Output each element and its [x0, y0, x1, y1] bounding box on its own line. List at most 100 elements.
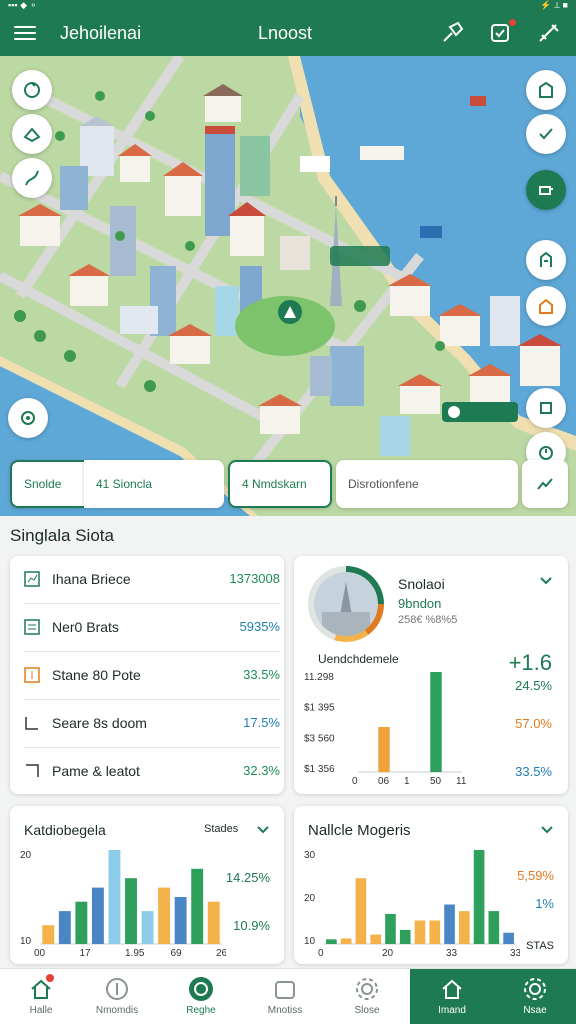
- nav-item-reghe[interactable]: Reghe: [160, 969, 242, 1024]
- bar: [473, 850, 485, 944]
- nav-item-nmomdis[interactable]: Nmomdis: [76, 969, 158, 1024]
- menu-icon[interactable]: [14, 22, 36, 44]
- map-control-house-icon[interactable]: [526, 286, 566, 326]
- status-right: ⚡ ⟂ ■: [540, 0, 568, 10]
- bar: [141, 911, 154, 944]
- bar: [458, 911, 470, 944]
- nallcle-card: Nallcle Mogeris 30 20 10 0 20 33 33 5,59% 1% S…: [294, 806, 568, 964]
- chart-title: Uendchdemele: [318, 652, 399, 666]
- app-title: Jehoilenai: [60, 23, 142, 43]
- map-control-refresh-icon[interactable]: [12, 70, 52, 110]
- y-tick-label: 10: [20, 936, 32, 947]
- y-tick-label: 10: [304, 936, 316, 947]
- nav-item-slose[interactable]: Slose: [326, 969, 408, 1024]
- bar: [326, 939, 337, 944]
- globe-icon: [189, 977, 213, 1001]
- home-icon: [442, 979, 462, 999]
- nav-label: Halle: [29, 1005, 53, 1016]
- bar: [414, 920, 426, 944]
- stat-value: 32.3%: [243, 763, 280, 778]
- y-tick-label: $1 395: [304, 703, 335, 714]
- x-tick-label: 1: [404, 776, 410, 786]
- stat-label: Seare 8s doom: [52, 715, 147, 731]
- nav-item-imand[interactable]: Imand: [410, 969, 494, 1024]
- tools-icon[interactable]: [536, 21, 562, 45]
- bracket-icon: [24, 667, 40, 683]
- location-card[interactable]: Snolaoi 9bndon 258€ %8%5 Uendchdemele 11…: [294, 556, 568, 794]
- city-map-illustration: [0, 56, 576, 516]
- x-tick-label: 26.500: [216, 948, 226, 958]
- x-tick-label: 00: [34, 948, 46, 958]
- tab-disrotionfene[interactable]: Disrotionfene: [336, 460, 518, 508]
- bar: [191, 868, 204, 944]
- pin-icon[interactable]: [440, 21, 466, 45]
- chart-side-value: STAS: [526, 940, 554, 952]
- map-control-active-icon[interactable]: [526, 170, 566, 210]
- progress-ring: [308, 566, 384, 642]
- stat-row[interactable]: Ihana Briece 1373008: [24, 556, 280, 604]
- map-control-shield-icon[interactable]: [526, 388, 566, 428]
- map-control-building-icon[interactable]: [526, 70, 566, 110]
- city-map[interactable]: [0, 56, 576, 516]
- bar: [108, 850, 121, 944]
- corner2-icon: [26, 764, 39, 777]
- tab-sioncla[interactable]: 41 Sioncla: [84, 460, 224, 508]
- chevron-down-icon[interactable]: [540, 822, 554, 836]
- bar: [75, 901, 88, 944]
- x-tick-label: 1.95: [125, 948, 145, 958]
- status-bar: ▪▪▪ ◆ ⚬ ⚡ ⟂ ■: [0, 0, 576, 10]
- nav-item-mnotiss[interactable]: Mnotiss: [244, 969, 326, 1024]
- chart-icon: [24, 571, 40, 587]
- nav-label: Nmomdis: [95, 1005, 139, 1016]
- stat-value: 5935%: [239, 619, 280, 634]
- bar: [158, 887, 171, 944]
- stat-row[interactable]: Seare 8s doom 17.5%: [24, 700, 280, 748]
- stat-value: 1373008: [229, 571, 280, 586]
- map-control-tower-icon[interactable]: [526, 240, 566, 280]
- x-tick-label: 50: [430, 776, 442, 786]
- bar: [91, 887, 104, 944]
- bar: [429, 920, 441, 944]
- stat-label: Pame & leatot: [52, 763, 140, 779]
- bar: [370, 934, 382, 944]
- stat-label: Stane 80 Pote: [52, 667, 141, 683]
- map-control-layers-icon[interactable]: [12, 114, 52, 154]
- nav-label: Nsae: [523, 1005, 547, 1016]
- map-control-locate-icon[interactable]: [8, 398, 48, 438]
- big-value: +1.6: [508, 650, 552, 675]
- box-icon: [275, 981, 295, 999]
- nav-item-halle[interactable]: Halle: [0, 969, 82, 1024]
- x-tick-label: 0: [352, 776, 358, 786]
- list-icon: [24, 619, 40, 635]
- y-tick-label: $1 356: [304, 764, 335, 775]
- stat-row[interactable]: Stane 80 Pote 33.5%: [24, 652, 280, 700]
- nav-label: Slose: [354, 1005, 380, 1016]
- bar: [340, 938, 352, 944]
- tab-snolde[interactable]: Snolde: [10, 460, 84, 508]
- settings-icon: [356, 978, 378, 1000]
- location-thumbnail: [314, 572, 378, 636]
- tab-nmdskarn[interactable]: 4 Nmdskarn: [228, 460, 332, 508]
- nallcle-bar-chart: 30 20 100 20 33 33: [304, 850, 520, 958]
- tab-label: Disrotionfene: [348, 477, 419, 491]
- bar: [125, 878, 137, 944]
- chart-title: Katdiobegela: [24, 822, 106, 838]
- map-control-route-icon[interactable]: [12, 158, 52, 198]
- location-bar-chart: 11.298 $1 395 $3 560 $1 356 0 06 1 50 11: [304, 672, 467, 786]
- chevron-down-icon[interactable]: [538, 572, 554, 588]
- nav-item-nsae[interactable]: Nsae: [494, 969, 576, 1024]
- nav-label: Reghe: [186, 1005, 216, 1016]
- stat-row[interactable]: Ner0 Brats 5935%: [24, 604, 280, 652]
- notifications-icon[interactable]: [488, 19, 516, 45]
- chart-dropdown[interactable]: Stades: [204, 823, 238, 835]
- stat-row[interactable]: Pame & leatot 32.3%: [24, 748, 280, 796]
- chevron-down-icon[interactable]: [256, 822, 270, 836]
- stat-label: Ner0 Brats: [52, 619, 119, 635]
- chart-side-value: 5,59%: [517, 868, 554, 883]
- bar: [399, 929, 411, 944]
- location-stat: 24.5%: [515, 678, 552, 693]
- nav-label: Imand: [438, 1005, 466, 1016]
- stats-list-card: Ihana Briece 1373008 Ner0 Brats 5935% St…: [10, 556, 284, 794]
- map-control-check-icon[interactable]: [526, 114, 566, 154]
- tab-trend-icon[interactable]: [522, 460, 568, 508]
